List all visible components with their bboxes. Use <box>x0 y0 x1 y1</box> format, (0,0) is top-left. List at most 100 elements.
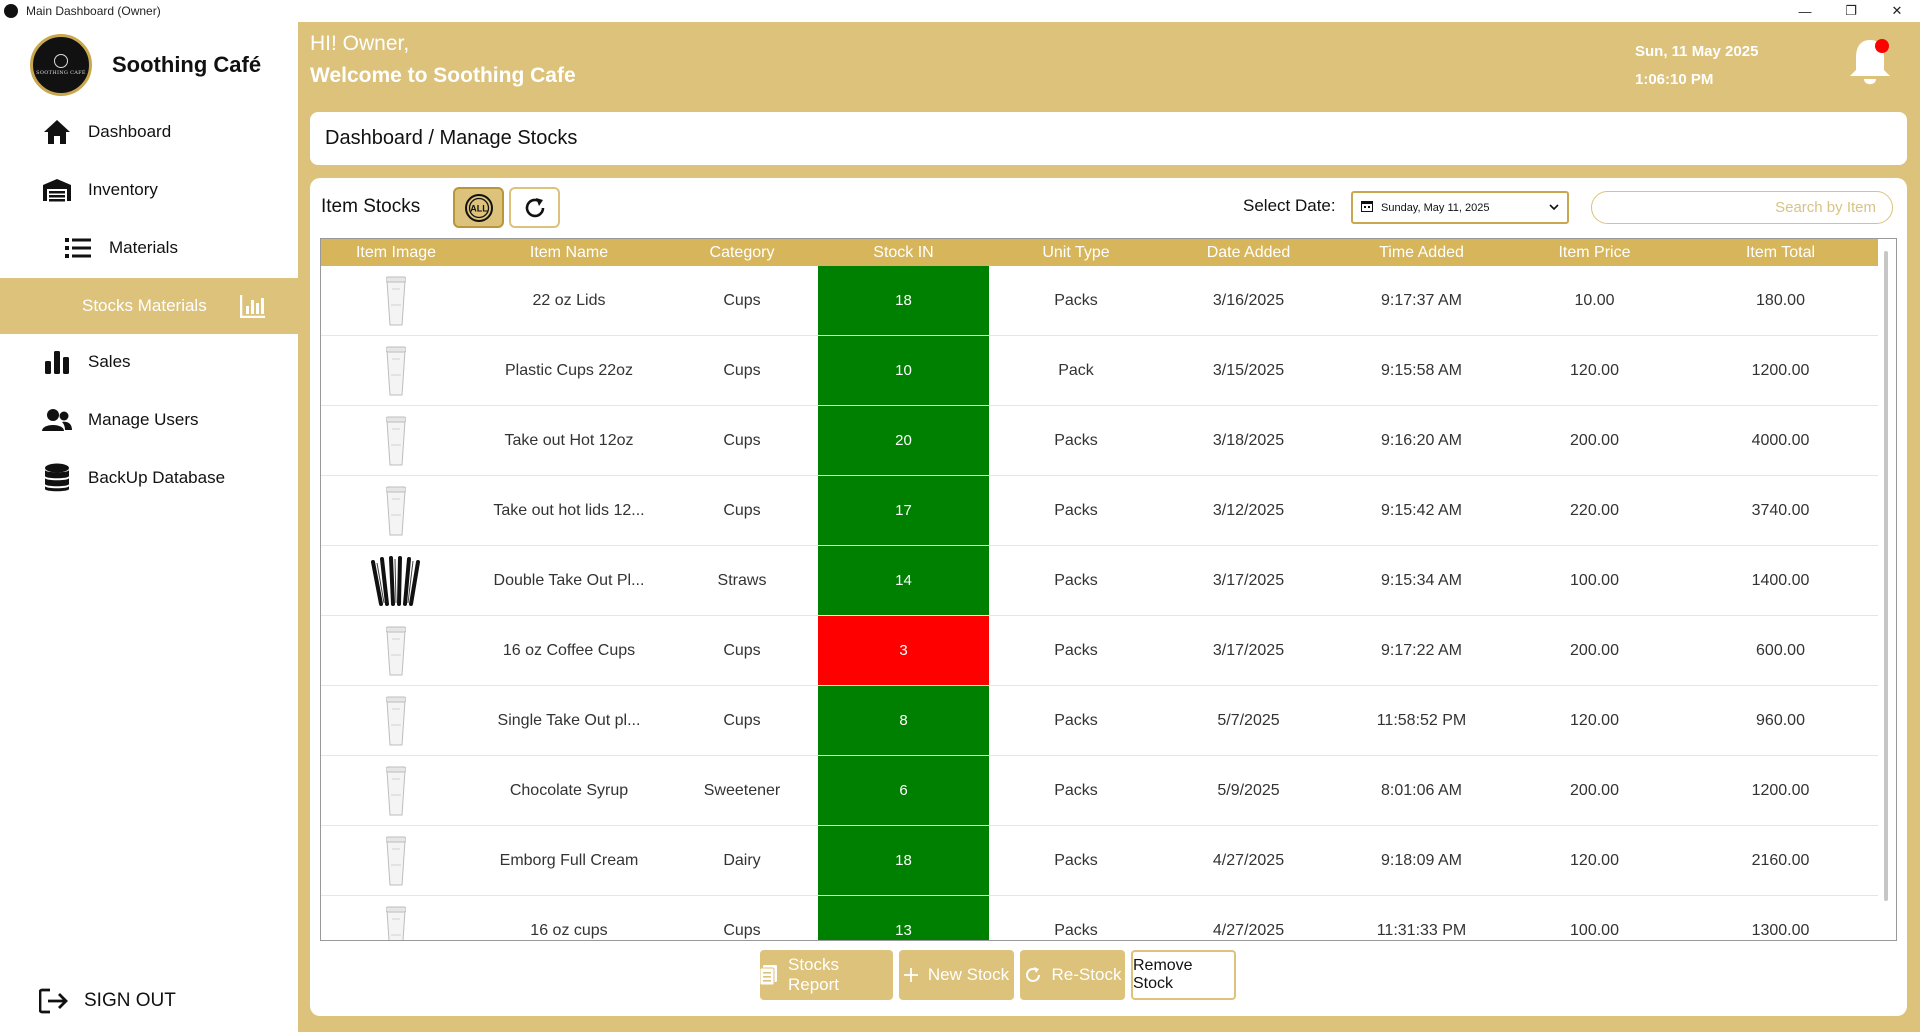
date-picker[interactable]: Sunday, May 11, 2025 <box>1351 191 1569 224</box>
unit-type: Packs <box>1054 431 1098 449</box>
item-price: 120.00 <box>1570 361 1619 379</box>
date-added: 3/17/2025 <box>1212 571 1285 589</box>
column-header[interactable]: Item Price <box>1508 239 1681 266</box>
stocks-report-button[interactable]: Stocks Report <box>760 950 893 1000</box>
sidebar-item-label: Stocks Materials <box>82 296 207 315</box>
item-total: 1200.00 <box>1751 361 1810 379</box>
item-name: 22 oz Lids <box>532 291 606 309</box>
table-row[interactable]: 16 oz Coffee Cups Cups 3 Packs 3/17/2025 9:17… <box>321 616 1880 686</box>
time-added: 11:31:33 PM <box>1376 921 1467 939</box>
unit-type: Packs <box>1054 641 1098 659</box>
table-header: Item Image Item Name Category Stock IN U… <box>321 239 1880 266</box>
home-icon <box>41 116 73 148</box>
new-stock-label: New Stock <box>927 965 1010 984</box>
action-bar: Stocks Report New Stock Re-Stock Remove … <box>760 950 1236 1000</box>
search-input[interactable] <box>1591 191 1893 224</box>
time-added: 11:58:52 PM <box>1376 711 1467 729</box>
unit-type: Packs <box>1054 851 1098 869</box>
restock-label: Re-Stock <box>1051 965 1122 984</box>
column-header[interactable]: Item Image <box>321 239 471 266</box>
notification-dot <box>1875 39 1889 53</box>
column-header[interactable]: Date Added <box>1162 239 1335 266</box>
sidebar-item-materials[interactable]: Materials <box>0 220 298 276</box>
column-header[interactable]: Stock IN <box>817 239 990 266</box>
greeting: HI! Owner, <box>310 32 410 55</box>
stock-in: 3 <box>817 616 990 685</box>
straws-image <box>321 546 471 615</box>
table-row[interactable]: 16 oz cups Cups 13 Packs 4/27/2025 11:31:33 P… <box>321 896 1880 940</box>
item-name: Double Take Out Pl... <box>493 571 645 589</box>
date-added: 3/16/2025 <box>1212 291 1285 309</box>
sidebar-item-dashboard[interactable]: Dashboard <box>0 104 298 160</box>
sidebar-item-sales[interactable]: Sales <box>0 334 298 390</box>
date-label: Select Date: <box>1243 196 1336 215</box>
table-row[interactable]: Take out hot lids 12... Cups 17 Packs 3/12/2… <box>321 476 1880 546</box>
list-icon <box>62 232 94 264</box>
column-header[interactable]: Category <box>667 239 817 266</box>
close-button[interactable]: ✕ <box>1874 0 1920 22</box>
unit-type: Packs <box>1054 571 1098 589</box>
date-added: 3/18/2025 <box>1212 431 1285 449</box>
restock-button[interactable]: Re-Stock <box>1020 950 1125 1000</box>
remove-stock-label: Remove Stock <box>1133 957 1193 992</box>
category: Cups <box>723 501 761 519</box>
item-price: 200.00 <box>1570 641 1619 659</box>
brand-name: Soothing Café <box>112 52 262 77</box>
table-row[interactable]: Emborg Full Cream Dairy 18 Packs 4/27/2025 9:… <box>321 826 1880 896</box>
date-added: 5/7/2025 <box>1217 711 1280 729</box>
notification-bell[interactable] <box>1846 34 1894 88</box>
column-header[interactable]: Unit Type <box>990 239 1162 266</box>
users-icon <box>41 404 73 436</box>
item-price: 100.00 <box>1570 571 1619 589</box>
refresh-button[interactable] <box>509 187 560 228</box>
logo-emblem <box>54 54 68 68</box>
cup-image <box>321 476 471 545</box>
sign-out-button[interactable]: SIGN OUT <box>38 985 176 1017</box>
new-stock-button[interactable]: New Stock <box>899 950 1014 1000</box>
sidebar-item-backup-database[interactable]: BackUp Database <box>0 450 298 506</box>
window-controls: — ❐ ✕ <box>1782 0 1920 22</box>
time-added: 8:01:06 AM <box>1381 781 1462 799</box>
scrollbar-thumb[interactable] <box>1884 251 1888 901</box>
bell-icon <box>1850 39 1890 85</box>
table-row[interactable]: Take out Hot 12oz Cups 20 Packs 3/18/2025 9:1… <box>321 406 1880 476</box>
time-added: 9:15:58 AM <box>1381 361 1462 379</box>
category: Cups <box>723 921 761 939</box>
time-added: 9:15:34 AM <box>1381 571 1462 589</box>
sidebar-item-inventory[interactable]: Inventory <box>0 162 298 218</box>
stock-in: 14 <box>817 546 990 615</box>
sidebar-item-manage-users[interactable]: Manage Users <box>0 392 298 448</box>
filter-all-button[interactable]: ALL <box>453 187 504 228</box>
cup-image <box>321 336 471 405</box>
restore-button[interactable]: ❐ <box>1828 0 1874 22</box>
minimize-button[interactable]: — <box>1782 0 1828 22</box>
table-row[interactable]: Plastic Cups 22oz Cups 10 Pack 3/15/2025 9:15… <box>321 336 1880 406</box>
date-added: 3/12/2025 <box>1212 501 1285 519</box>
sidebar-item-label: Dashboard <box>88 122 172 141</box>
sidebar-item-stocks-materials[interactable]: Stocks Materials <box>0 278 298 334</box>
cup-image <box>321 406 471 475</box>
item-total: 960.00 <box>1756 711 1805 729</box>
current-time: 1:06:10 PM <box>1635 71 1714 88</box>
table-row[interactable]: 22 oz Lids Cups 18 Packs 3/16/2025 9:17:37 AM… <box>321 266 1880 336</box>
item-price: 100.00 <box>1570 921 1619 939</box>
remove-stock-button[interactable]: Remove Stock <box>1131 950 1236 1000</box>
column-header[interactable]: Item Name <box>471 239 667 266</box>
table-row[interactable]: Double Take Out Pl... Straws 14 Packs 3/17/2… <box>321 546 1880 616</box>
column-header[interactable]: Time Added <box>1335 239 1508 266</box>
table-row[interactable]: Single Take Out pl... Cups 8 Packs 5/7/2025 1… <box>321 686 1880 756</box>
sign-out-label: SIGN OUT <box>84 990 176 1011</box>
item-name: 16 oz cups <box>530 921 608 939</box>
chevron-down-icon <box>1549 202 1559 214</box>
report-icon <box>760 965 778 985</box>
unit-type: Packs <box>1054 291 1098 309</box>
table-row[interactable]: Chocolate Syrup Sweetener 6 Packs 5/9/2025 8:… <box>321 756 1880 826</box>
sidebar-item-label: BackUp Database <box>88 468 226 487</box>
column-header[interactable]: Item Total <box>1681 239 1880 266</box>
stocks-report-label: Stocks Report <box>788 955 840 994</box>
date-added: 4/27/2025 <box>1212 851 1285 869</box>
panel-title: Item Stocks <box>321 196 421 217</box>
table-scrollbar[interactable] <box>1878 239 1896 940</box>
window-titlebar: Main Dashboard (Owner) — ❐ ✕ <box>0 0 1920 22</box>
category: Cups <box>723 361 761 379</box>
